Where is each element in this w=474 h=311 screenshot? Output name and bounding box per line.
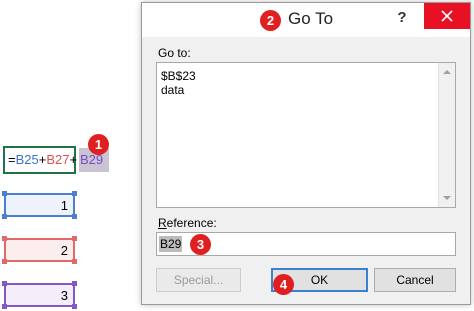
goto-dialog: 2 Go To ? Go to: $B$23 data Reference: B…: [141, 2, 471, 305]
cell-handle: [72, 214, 77, 219]
list-item[interactable]: data: [161, 83, 184, 97]
reference-label-accesskey: R: [158, 216, 167, 230]
reference-input[interactable]: B29 3: [156, 232, 456, 256]
cell-value: 3: [60, 288, 68, 303]
scroll-down-icon[interactable]: [443, 196, 451, 200]
vertical-scrollbar[interactable]: [438, 63, 455, 207]
reference-label-text: eference:: [166, 216, 217, 230]
dialog-title: Go To: [288, 9, 334, 28]
formula-equals: =: [8, 152, 16, 167]
cell-handle: [72, 281, 77, 286]
formula-plus: +: [69, 152, 78, 167]
formula-ref-b27: B27: [46, 152, 70, 167]
cell-value: 1: [60, 198, 68, 213]
cell-handle: [72, 304, 77, 309]
cell-value: 2: [60, 243, 68, 258]
formula-cell[interactable]: =B25+B27+ B29: [3, 146, 109, 174]
cell-handle: [72, 191, 77, 196]
dialog-titlebar: 2 Go To ?: [142, 3, 470, 37]
callout-badge-2: 2: [260, 10, 281, 31]
cell-handle: [72, 236, 77, 241]
cell-handle: [2, 281, 7, 286]
referenced-cell-b29[interactable]: 3: [2, 281, 77, 309]
callout-badge-4: 4: [273, 274, 294, 295]
cell-handle: [2, 259, 7, 264]
goto-list[interactable]: $B$23 data: [156, 62, 456, 208]
referenced-cell-b25[interactable]: 1: [2, 191, 77, 219]
close-icon: [441, 10, 453, 22]
callout-badge-3: 3: [190, 234, 211, 255]
close-button[interactable]: [424, 3, 470, 29]
cell-handle: [2, 236, 7, 241]
list-item[interactable]: $B$23: [161, 69, 196, 83]
referenced-cell-b27[interactable]: 2: [2, 236, 77, 264]
cell-handle: [72, 259, 77, 264]
formula-ref-b25: B25: [15, 152, 39, 167]
help-button[interactable]: ?: [392, 7, 412, 29]
cell-handle: [2, 304, 7, 309]
callout-badge-1: 1: [88, 134, 109, 155]
cell-handle: [2, 214, 7, 219]
reference-label: Reference:: [158, 216, 217, 230]
scroll-up-icon[interactable]: [443, 70, 451, 74]
goto-label: Go to:: [158, 46, 191, 60]
cancel-button[interactable]: Cancel: [374, 268, 456, 292]
special-button[interactable]: Special...: [156, 268, 241, 292]
cell-handle: [2, 191, 7, 196]
reference-input-value: B29: [159, 236, 183, 252]
